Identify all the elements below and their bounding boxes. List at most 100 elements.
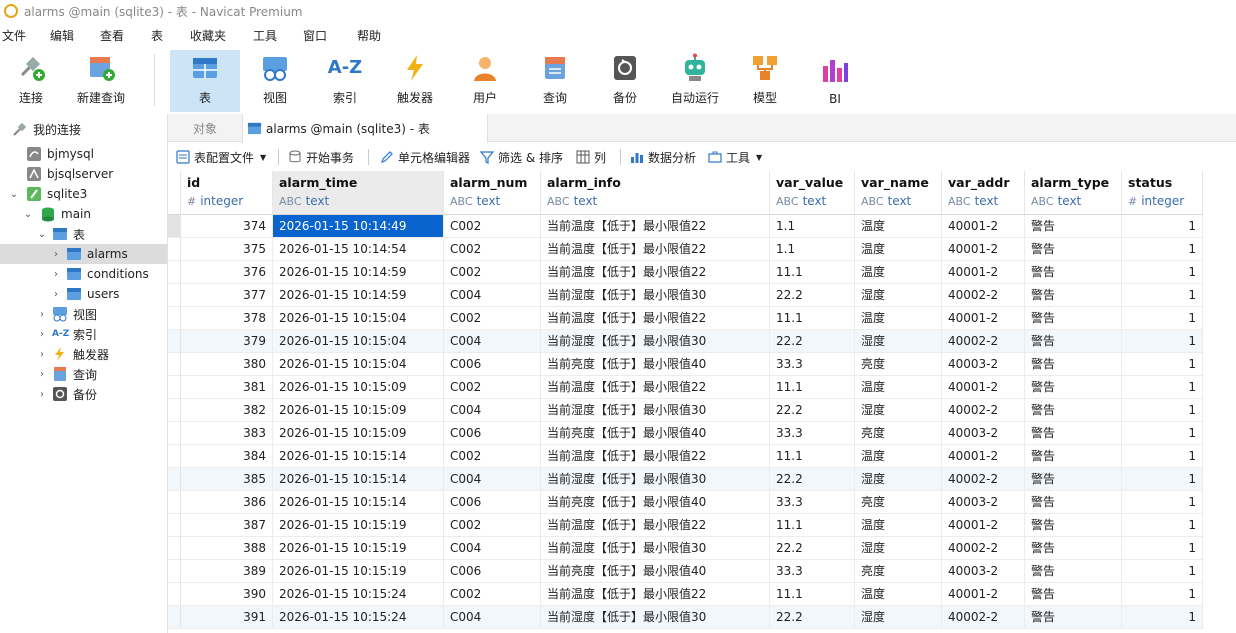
cell-alarm-time[interactable]: 2026-01-15 10:15:14 [273, 491, 444, 514]
tree-conn-bjmysql[interactable]: bjmysql [0, 144, 167, 164]
cell-alarm-time[interactable]: 2026-01-15 10:15:19 [273, 537, 444, 560]
cell-status[interactable]: 1 [1122, 445, 1203, 468]
table-row[interactable]: 380 2026-01-15 10:15:04 C006 当前亮度【低于】最小限值40… [168, 353, 1203, 376]
cell-var-addr[interactable]: 40002-2 [942, 330, 1025, 353]
cell-var-name[interactable]: 湿度 [855, 537, 942, 560]
cell-var-value[interactable]: 22.2 [770, 537, 855, 560]
menu-help[interactable]: 帮助 [357, 27, 381, 44]
cell-alarm-num[interactable]: C002 [444, 445, 541, 468]
cell-alarm-info[interactable]: 当前温度【低于】最小限值22 [541, 445, 770, 468]
cell-var-value[interactable]: 11.1 [770, 583, 855, 606]
table-row[interactable]: 384 2026-01-15 10:15:14 C002 当前温度【低于】最小限值22… [168, 445, 1203, 468]
chevron-down-icon[interactable]: ⌄ [22, 209, 34, 220]
table-row[interactable]: 386 2026-01-15 10:15:14 C006 当前亮度【低于】最小限值40… [168, 491, 1203, 514]
new-query-button[interactable]: 新建查询 [70, 50, 132, 112]
cell-alarm-time[interactable]: 2026-01-15 10:15:14 [273, 445, 444, 468]
row-marker[interactable] [168, 537, 181, 560]
cell-alarm-info[interactable]: 当前温度【低于】最小限值22 [541, 307, 770, 330]
chevron-down-icon[interactable]: ⌄ [8, 189, 20, 200]
table-row[interactable]: 390 2026-01-15 10:15:24 C002 当前温度【低于】最小限值22… [168, 583, 1203, 606]
cell-status[interactable]: 1 [1122, 353, 1203, 376]
table-row[interactable]: 385 2026-01-15 10:15:14 C004 当前湿度【低于】最小限值30… [168, 468, 1203, 491]
cell-id[interactable]: 376 [181, 261, 273, 284]
row-marker[interactable] [168, 376, 181, 399]
cell-status[interactable]: 1 [1122, 537, 1203, 560]
chevron-right-icon[interactable]: › [36, 349, 48, 360]
query-button[interactable]: 查询 [524, 50, 586, 112]
cell-alarm-time[interactable]: 2026-01-15 10:15:04 [273, 330, 444, 353]
cell-var-addr[interactable]: 40003-2 [942, 491, 1025, 514]
cell-alarm-num[interactable]: C006 [444, 422, 541, 445]
cell-alarm-time[interactable]: 2026-01-15 10:15:14 [273, 468, 444, 491]
cell-status[interactable]: 1 [1122, 376, 1203, 399]
cell-alarm-time[interactable]: 2026-01-15 10:15:04 [273, 307, 444, 330]
begin-transaction-button[interactable]: 开始事务 [288, 149, 354, 165]
tree-group-indexes[interactable]: › A-Z 索引 [0, 324, 167, 344]
cell-alarm-time[interactable]: 2026-01-15 10:14:59 [273, 284, 444, 307]
cell-var-name[interactable]: 温度 [855, 215, 942, 238]
cell-alarm-type[interactable]: 警告 [1025, 399, 1122, 422]
cell-var-addr[interactable]: 40002-2 [942, 606, 1025, 629]
cell-alarm-num[interactable]: C002 [444, 514, 541, 537]
model-button[interactable]: 模型 [734, 50, 796, 112]
cell-id[interactable]: 387 [181, 514, 273, 537]
cell-alarm-type[interactable]: 警告 [1025, 468, 1122, 491]
cell-alarm-type[interactable]: 警告 [1025, 238, 1122, 261]
cell-alarm-num[interactable]: C006 [444, 353, 541, 376]
cell-alarm-time[interactable]: 2026-01-15 10:14:59 [273, 261, 444, 284]
trigger-button[interactable]: 触发器 [384, 50, 446, 112]
cell-alarm-info[interactable]: 当前湿度【低于】最小限值30 [541, 284, 770, 307]
cell-var-value[interactable]: 22.2 [770, 606, 855, 629]
table-row[interactable]: 381 2026-01-15 10:15:09 C002 当前温度【低于】最小限值22… [168, 376, 1203, 399]
cell-var-value[interactable]: 33.3 [770, 353, 855, 376]
cell-var-value[interactable]: 33.3 [770, 491, 855, 514]
cell-var-addr[interactable]: 40002-2 [942, 284, 1025, 307]
cell-status[interactable]: 1 [1122, 560, 1203, 583]
row-marker[interactable] [168, 445, 181, 468]
row-marker[interactable] [168, 215, 181, 238]
cell-var-value[interactable]: 22.2 [770, 330, 855, 353]
cell-alarm-info[interactable]: 当前温度【低于】最小限值22 [541, 376, 770, 399]
cell-var-addr[interactable]: 40002-2 [942, 537, 1025, 560]
tab-objects[interactable]: 对象 [168, 114, 242, 142]
column-header-var-addr[interactable]: var_addr ABC text [942, 171, 1025, 215]
cell-alarm-time[interactable]: 2026-01-15 10:15:19 [273, 560, 444, 583]
tree-group-views[interactable]: › 视图 [0, 304, 167, 324]
cell-id[interactable]: 378 [181, 307, 273, 330]
cell-alarm-time[interactable]: 2026-01-15 10:15:09 [273, 376, 444, 399]
cell-alarm-num[interactable]: C004 [444, 606, 541, 629]
cell-id[interactable]: 385 [181, 468, 273, 491]
connect-button[interactable]: 连接 [2, 50, 60, 112]
cell-var-value[interactable]: 1.1 [770, 215, 855, 238]
data-analysis-button[interactable]: 数据分析 [630, 149, 696, 165]
cell-alarm-type[interactable]: 警告 [1025, 307, 1122, 330]
table-row[interactable]: 391 2026-01-15 10:15:24 C004 当前湿度【低于】最小限值30… [168, 606, 1203, 629]
cell-alarm-time[interactable]: 2026-01-15 10:15:09 [273, 399, 444, 422]
tree-table-alarms[interactable]: › alarms [0, 244, 167, 264]
cell-id[interactable]: 383 [181, 422, 273, 445]
cell-alarm-type[interactable]: 警告 [1025, 376, 1122, 399]
cell-alarm-time[interactable]: 2026-01-15 10:15:24 [273, 583, 444, 606]
cell-alarm-num[interactable]: C002 [444, 215, 541, 238]
cell-var-addr[interactable]: 40001-2 [942, 215, 1025, 238]
cell-status[interactable]: 1 [1122, 422, 1203, 445]
cell-var-value[interactable]: 11.1 [770, 307, 855, 330]
cell-alarm-type[interactable]: 警告 [1025, 330, 1122, 353]
cell-status[interactable]: 1 [1122, 307, 1203, 330]
cell-alarm-num[interactable]: C002 [444, 583, 541, 606]
tree-conn-sqlite3[interactable]: ⌄ sqlite3 [0, 184, 167, 204]
user-button[interactable]: 用户 [454, 50, 516, 112]
chevron-right-icon[interactable]: › [50, 269, 62, 280]
cell-var-value[interactable]: 22.2 [770, 468, 855, 491]
cell-alarm-info[interactable]: 当前温度【低于】最小限值22 [541, 514, 770, 537]
cell-status[interactable]: 1 [1122, 261, 1203, 284]
cell-alarm-info[interactable]: 当前湿度【低于】最小限值30 [541, 468, 770, 491]
cell-id[interactable]: 382 [181, 399, 273, 422]
cell-var-name[interactable]: 温度 [855, 445, 942, 468]
chevron-right-icon[interactable]: › [50, 289, 62, 300]
cell-alarm-type[interactable]: 警告 [1025, 606, 1122, 629]
cell-var-addr[interactable]: 40002-2 [942, 468, 1025, 491]
tree-group-backups[interactable]: › 备份 [0, 384, 167, 404]
table-row[interactable]: 389 2026-01-15 10:15:19 C006 当前亮度【低于】最小限值40… [168, 560, 1203, 583]
menu-window[interactable]: 窗口 [303, 27, 327, 44]
